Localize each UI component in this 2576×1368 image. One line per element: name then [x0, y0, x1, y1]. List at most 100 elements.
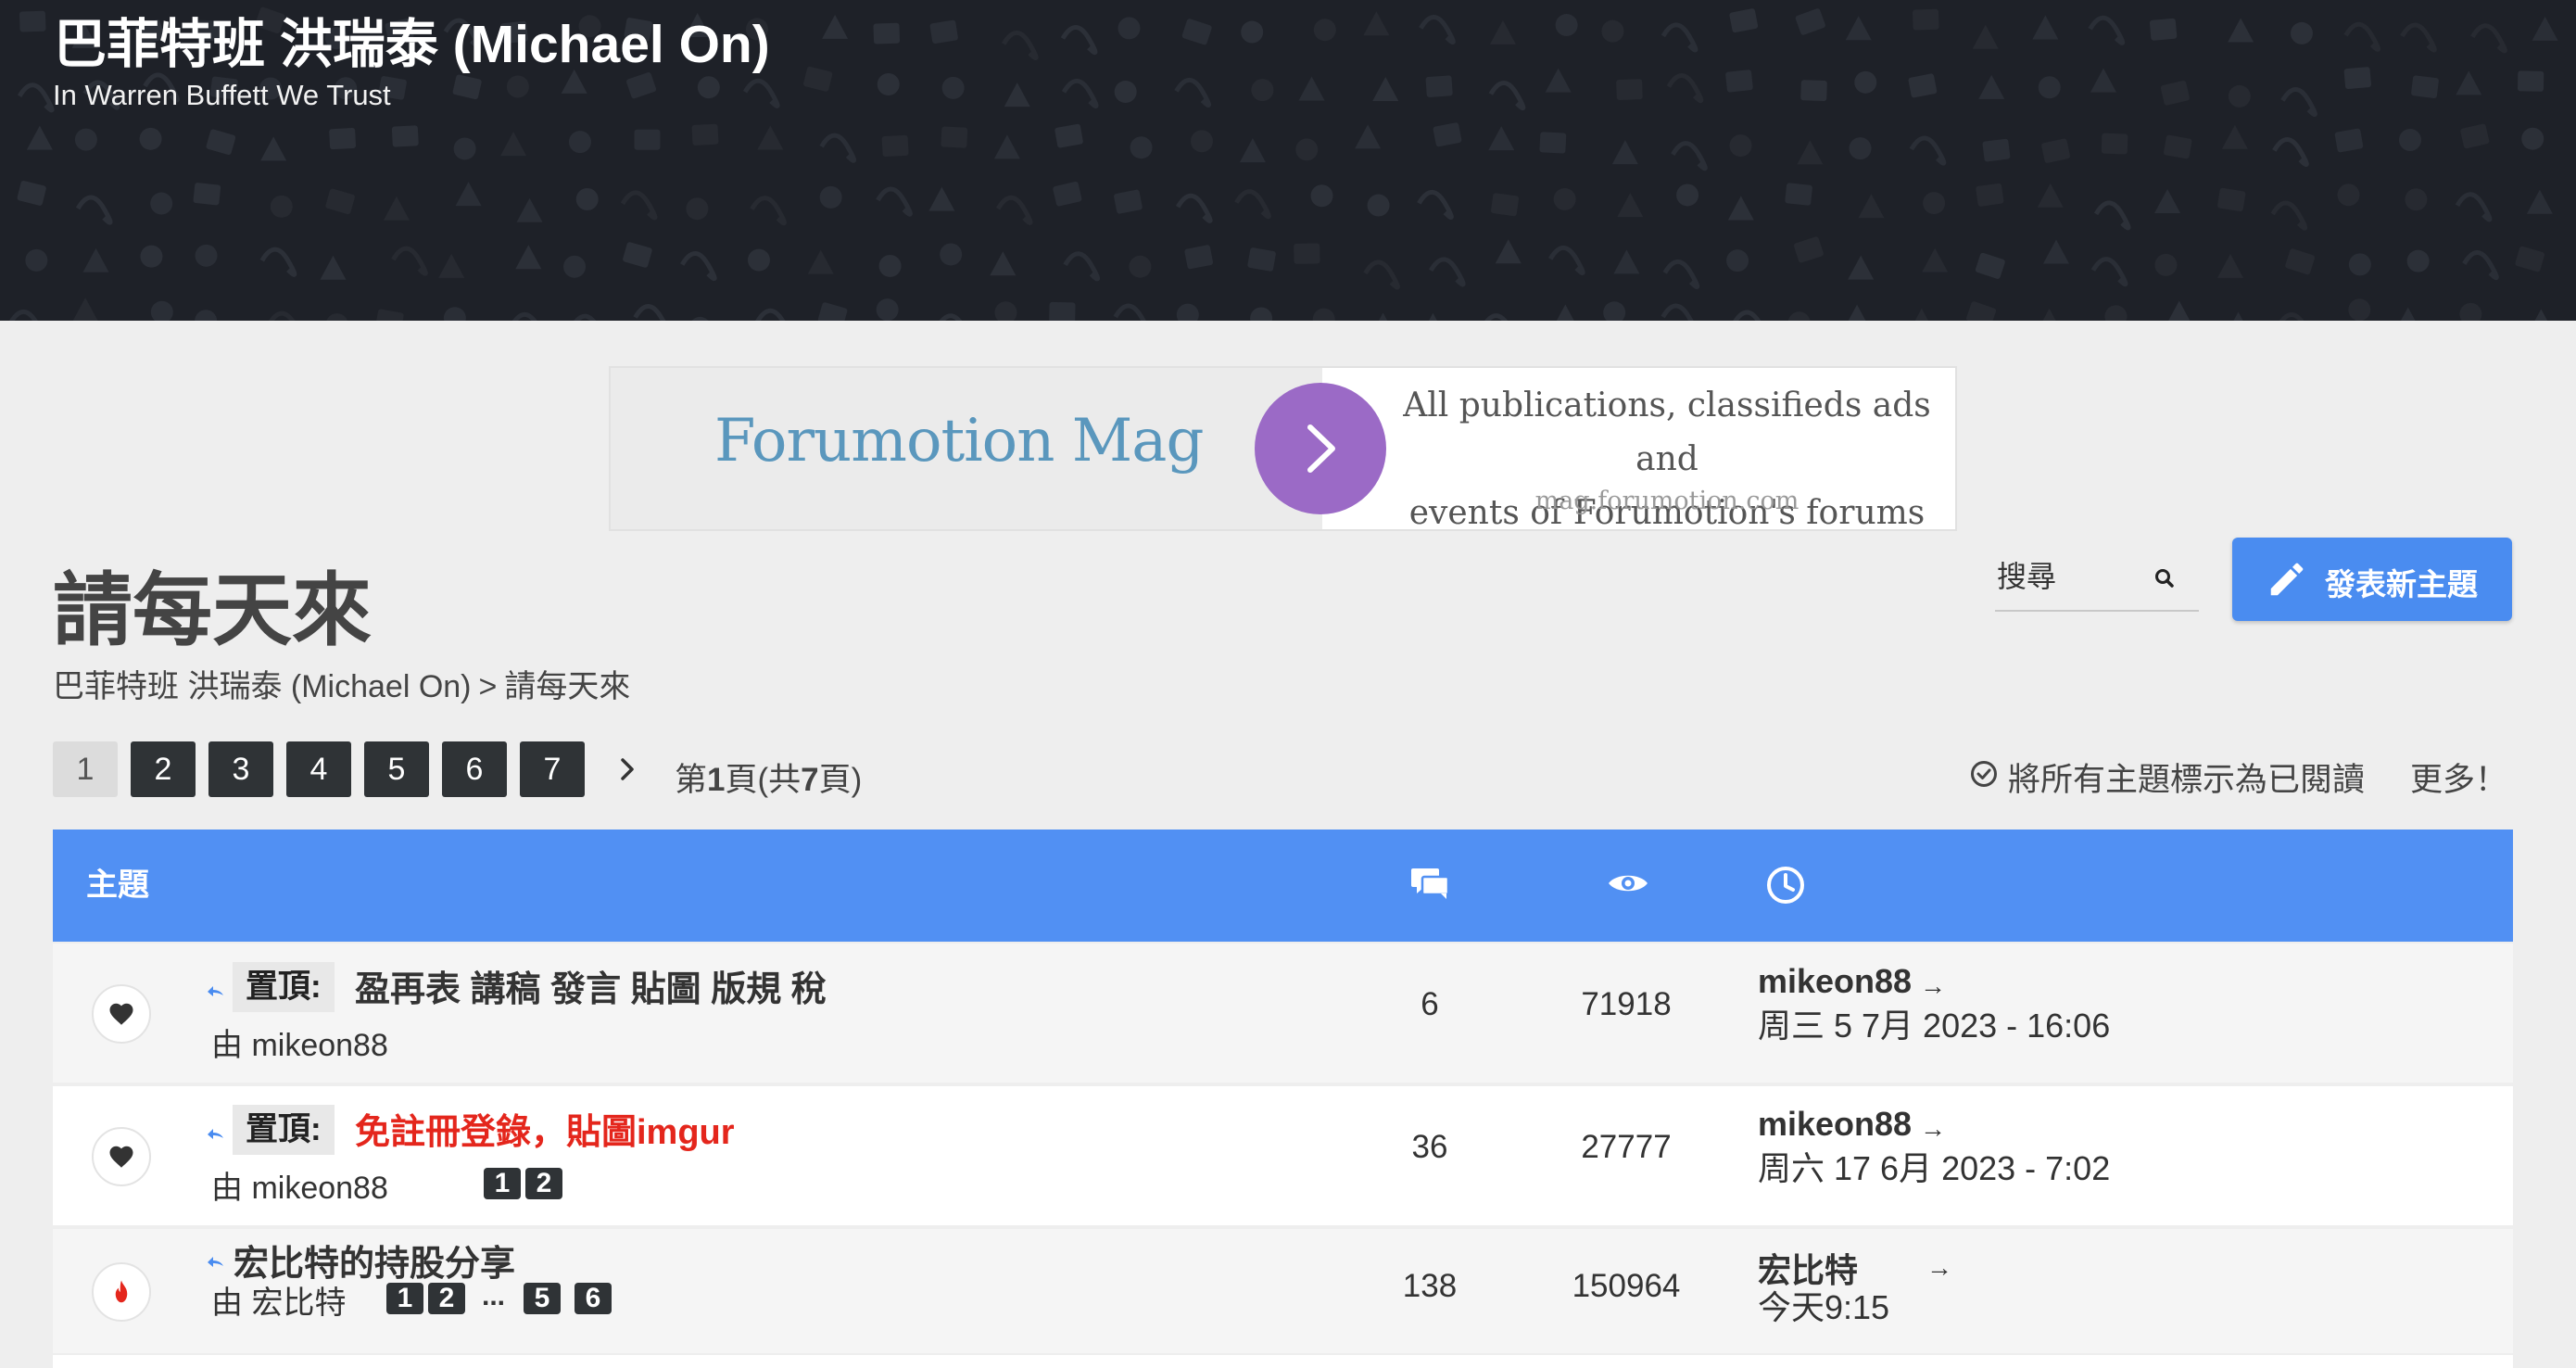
topic-row[interactable]: 置頂: 免註冊登錄，貼圖imgur 由 mikeon88 1 2 36 2777… [53, 1086, 2513, 1225]
header-pattern-shape [270, 195, 293, 218]
header-pattern-shape [17, 180, 46, 206]
header-pattern-shape [1787, 311, 1811, 321]
header-pattern-shape [819, 133, 857, 163]
speech-bubbles-icon [1411, 868, 1450, 899]
header-pattern-shape [2398, 129, 2421, 152]
header-pattern-shape [747, 248, 770, 272]
topic-title[interactable]: 盈再表 講稿 發言 貼圖 版規 稅 [355, 960, 827, 1011]
header-pattern-shape [1312, 308, 1335, 321]
header-pattern-shape [2280, 87, 2317, 118]
topic-author[interactable]: 由 宏比特 [211, 1277, 346, 1323]
header-pattern-shape [1662, 259, 1700, 289]
new-topic-button[interactable]: 發表新主題 [2232, 538, 2512, 621]
header-pattern-shape [259, 247, 297, 277]
header-pattern-shape [2406, 249, 2430, 272]
header-pattern-shape [17, 82, 55, 113]
mini-page-link[interactable]: 1 [484, 1168, 521, 1199]
ad-brand: Forumotion Mag [714, 407, 1204, 475]
page-link[interactable]: 5 [364, 741, 429, 797]
header-pattern-shape [1174, 77, 1212, 108]
page-link[interactable]: 4 [286, 741, 351, 797]
header-pattern-shape [574, 313, 597, 321]
search-icon[interactable] [2152, 565, 2179, 593]
mini-page-link[interactable]: 2 [428, 1283, 465, 1314]
header-pattern-shape [1727, 196, 1754, 221]
topic-views: 150964 [1572, 1268, 1681, 1304]
breadcrumb-current[interactable]: 請每天來 [504, 669, 630, 704]
header-pattern-shape [206, 129, 236, 156]
header-pattern-shape [1555, 14, 1578, 37]
header-pattern-shape [755, 308, 786, 321]
header-pattern-shape [2400, 22, 2437, 53]
reply-arrow-icon [208, 986, 223, 996]
topic-status [92, 984, 151, 1044]
pencil-icon [2270, 563, 2304, 596]
header-pattern-shape [1063, 251, 1101, 282]
topic-row[interactable]: 宏比特的持股分享 由 宏比特 1 2 ... 5 6 138 150964 宏比… [53, 1229, 2513, 1353]
header-pattern-shape [929, 19, 958, 44]
header-pattern-shape [500, 132, 527, 157]
mini-page-link[interactable]: 2 [525, 1168, 562, 1199]
header-pattern-shape [2470, 23, 2507, 54]
last-post-arrow[interactable]: → [1920, 971, 1946, 1001]
search-input[interactable] [1997, 556, 2145, 597]
eye-icon [1609, 875, 1648, 892]
header-pattern-shape [1848, 304, 1866, 321]
header-pattern-shape [2405, 188, 2428, 211]
header-pattern-shape [375, 309, 404, 321]
last-post-user[interactable]: mikeon88 [1758, 962, 1912, 1001]
header-pattern-shape [391, 125, 419, 147]
header-pattern-shape [817, 302, 848, 321]
header-pattern-shape [2228, 84, 2251, 108]
new-topic-label: 發表新主題 [2325, 567, 2478, 602]
header-pattern-shape [2456, 70, 2482, 95]
page-link[interactable]: 7 [520, 741, 585, 797]
mini-page-link[interactable]: 6 [575, 1283, 612, 1314]
header-pattern-shape [1378, 312, 1388, 321]
chevron-right-icon[interactable] [1255, 383, 1386, 514]
header-pattern-shape [2104, 305, 2128, 321]
header-pattern-shape [320, 255, 347, 280]
more-link[interactable]: 更多！ [2410, 754, 2507, 801]
topic-author[interactable]: 由 mikeon88 [211, 1020, 388, 1065]
header-pattern-shape [1181, 19, 1212, 45]
header-pattern-shape [1603, 301, 1626, 321]
site-title[interactable]: 巴菲特班 洪瑞泰 (Michael On) [54, 2, 770, 78]
mark-all-read-label: 將所有主題標示為已閱讀 [2008, 762, 2366, 798]
page-link[interactable]: 6 [442, 741, 507, 797]
header-pattern-shape [1241, 20, 1264, 44]
page-link[interactable]: 2 [131, 741, 196, 797]
header-pattern-shape [74, 128, 97, 151]
header-pattern-shape [438, 253, 465, 278]
header-pattern-shape [1489, 19, 1516, 44]
page-link[interactable]: 3 [208, 741, 273, 797]
header-pattern-shape [1908, 73, 1938, 98]
breadcrumb: 巴菲特班 洪瑞泰 (Michael On) > 請每天來 [53, 661, 630, 706]
header-pattern-shape [150, 192, 173, 215]
last-post-arrow[interactable]: → [1920, 1114, 1946, 1144]
header-pattern-shape [1966, 301, 1997, 321]
topic-row[interactable]: 置頂: 盈再表 講稿 發言 貼圖 版規 稅 由 mikeon88 6 71918… [53, 944, 2513, 1083]
breadcrumb-home[interactable]: 巴菲特班 洪瑞泰 (Michael On) [53, 669, 472, 704]
header-pattern-shape [1661, 303, 1694, 321]
header-pattern-shape [1419, 14, 1456, 45]
mini-page-link[interactable]: 1 [386, 1283, 423, 1314]
header-pattern-shape [2526, 189, 2553, 214]
header-pattern-shape [873, 22, 901, 44]
header-pattern-shape [139, 127, 162, 150]
header-pattern-shape [2460, 123, 2490, 149]
last-post-date: 周六 17 6月 2023 - 7:02 [1758, 1149, 2111, 1187]
last-post-user[interactable]: mikeon88 [1758, 1105, 1912, 1144]
header-pattern-shape [1797, 140, 1824, 165]
header-pattern-shape [623, 242, 652, 268]
topic-title[interactable]: 免註冊登錄，貼圖imgur [355, 1103, 735, 1154]
mini-page-link[interactable]: 5 [524, 1283, 561, 1314]
header-pattern-shape [1671, 141, 1708, 171]
last-post-arrow[interactable]: → [1926, 1253, 1952, 1283]
header-pattern-shape [1295, 138, 1319, 161]
topic-row[interactable] [53, 1355, 2513, 1368]
chevron-right-icon[interactable] [614, 751, 642, 788]
header-pattern-shape [1854, 70, 1877, 94]
topic-author[interactable]: 由 mikeon88 [211, 1162, 388, 1208]
forumotion-mag-banner[interactable]: Forumotion Mag All publications, classif… [609, 366, 1957, 531]
